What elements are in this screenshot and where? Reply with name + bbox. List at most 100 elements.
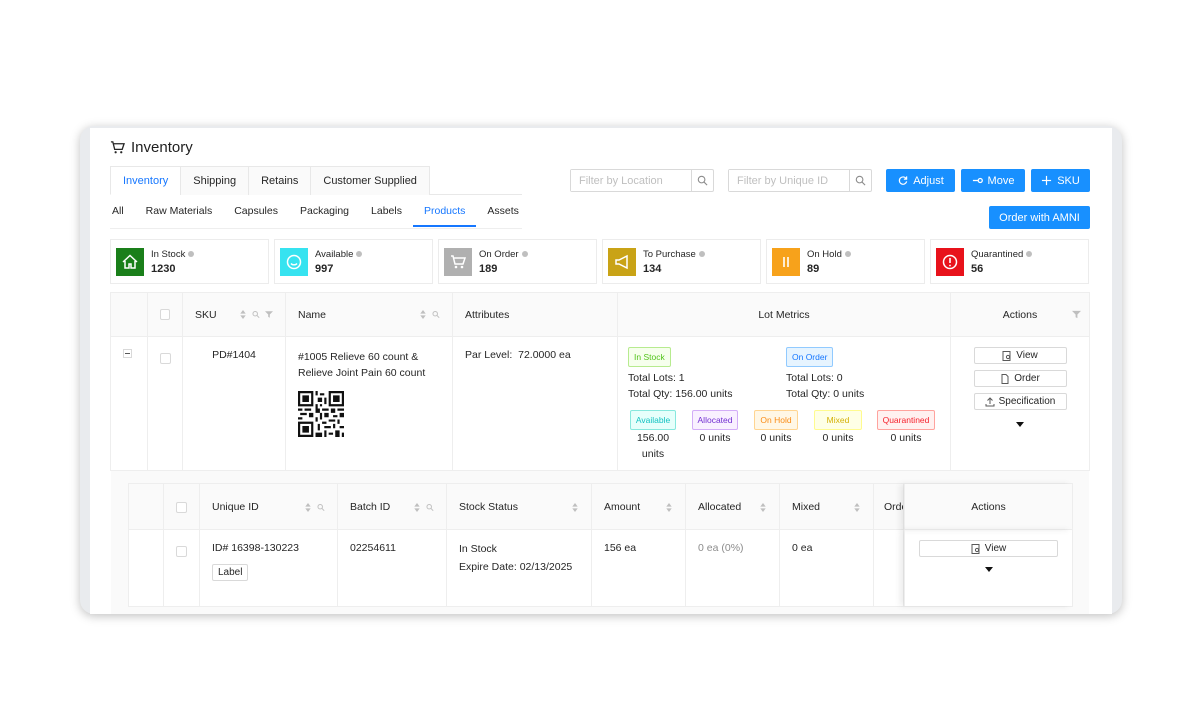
stat-to-purchase[interactable]: To Purchase 134 (602, 239, 761, 284)
available-unit: units (641, 448, 665, 460)
in-stock-tag: In Stock (628, 347, 671, 367)
lot-select-cell (164, 530, 200, 606)
amount-header: Amount (592, 484, 686, 530)
sku-cell: PD#1404 (183, 337, 286, 470)
available-value: 156.00 (636, 432, 670, 444)
sort-icon[interactable] (304, 502, 312, 512)
subtab-assets[interactable]: Assets (476, 205, 530, 227)
stat-on-order[interactable]: On Order 189 (438, 239, 597, 284)
search-icon[interactable] (252, 310, 260, 319)
tab-inventory[interactable]: Inventory (110, 166, 182, 195)
on-hold-tag: On Hold (754, 410, 798, 430)
batch-id-header: Batch ID (338, 484, 447, 530)
sort-icon[interactable] (239, 310, 247, 319)
lot-actions-cell: View (904, 530, 1072, 606)
move-icon (972, 177, 983, 184)
unique-id-filter (728, 169, 872, 192)
stat-on-hold[interactable]: On Hold 89 (766, 239, 925, 284)
on-order-tag: On Order (786, 347, 834, 367)
subtab-all[interactable]: All (110, 205, 135, 227)
stat-in-stock[interactable]: In Stock 1230 (110, 239, 269, 284)
order-amni-label: Order with AMNI (999, 211, 1080, 224)
sort-icon[interactable] (665, 502, 673, 512)
alert-icon (942, 254, 958, 269)
stat-value: 189 (479, 262, 498, 275)
name-header-label: Name (298, 308, 327, 321)
sort-icon[interactable] (413, 502, 421, 512)
sort-icon[interactable] (571, 502, 579, 512)
subtab-capsules[interactable]: Capsules (223, 205, 289, 227)
page-title: Inventory (110, 139, 193, 156)
filter-icon[interactable] (265, 310, 273, 319)
view-button[interactable]: View (973, 347, 1067, 364)
qr-code-icon[interactable] (298, 391, 344, 437)
products-table-header: SKU Name Attributes Lot Metrics Actions (111, 292, 1089, 337)
in-stock-lots: Total Lots: 1 (628, 372, 685, 384)
search-icon[interactable] (317, 503, 325, 512)
unique-id-filter-input[interactable] (729, 170, 849, 191)
order-with-amni-button[interactable]: Order with AMNI (989, 206, 1090, 229)
location-search-button[interactable] (691, 170, 713, 191)
stat-quarantined[interactable]: Quarantined 56 (930, 239, 1089, 284)
lot-view-button[interactable]: View (919, 540, 1058, 557)
search-icon (855, 175, 866, 186)
sort-icon[interactable] (759, 502, 767, 512)
adjust-button[interactable]: Adjust (886, 169, 955, 192)
select-all-checkbox[interactable] (160, 309, 170, 320)
on-order-metrics: On Order Total Lots: 0 Total Qty: 0 unit… (786, 347, 864, 402)
view-label: View (1016, 350, 1038, 361)
sku-header-label: SKU (195, 308, 217, 321)
collapse-icon[interactable] (123, 349, 132, 358)
location-filter-input[interactable] (571, 170, 691, 191)
allocated-breakdown: Allocated 0 units (690, 410, 740, 446)
caret-down-icon[interactable] (984, 567, 993, 573)
lot-row-checkbox[interactable] (176, 546, 187, 557)
subtab-raw-materials[interactable]: Raw Materials (135, 205, 224, 227)
available-breakdown: Available 156.00 units (628, 410, 678, 462)
amount-cell: 156 ea (592, 530, 686, 606)
lot-expand-cell (129, 530, 164, 606)
stock-status-cell: In Stock Expire Date: 02/13/2025 (447, 530, 592, 606)
stock-status-header: Stock Status (447, 484, 592, 530)
order-button[interactable]: Order (973, 370, 1067, 387)
subtab-products[interactable]: Products (412, 205, 477, 227)
search-icon[interactable] (432, 310, 440, 319)
document-search-icon (1002, 350, 1011, 361)
search-icon[interactable] (426, 503, 434, 512)
row-select-cell (148, 337, 183, 470)
caret-down-icon[interactable] (1016, 422, 1024, 428)
subtab-labels[interactable]: Labels (360, 205, 413, 227)
cart-icon (110, 141, 125, 154)
subtab-packaging[interactable]: Packaging (289, 205, 360, 227)
lots-select-all-checkbox[interactable] (176, 501, 187, 513)
tab-shipping[interactable]: Shipping (180, 166, 250, 195)
batch-id-header-label: Batch ID (350, 501, 391, 513)
tab-retains[interactable]: Retains (248, 166, 312, 195)
amount-header-label: Amount (604, 501, 641, 513)
stat-icon-box (936, 247, 964, 276)
unique-id-search-button[interactable] (849, 170, 871, 191)
name-header-controls (419, 310, 440, 319)
info-dot-icon (698, 251, 705, 257)
pause-icon (783, 256, 789, 267)
specification-button[interactable]: Specification (973, 393, 1067, 410)
add-sku-button[interactable]: SKU (1031, 169, 1090, 192)
filter-icon[interactable] (1072, 310, 1081, 319)
order-header-label: Orde (884, 501, 903, 513)
mixed-header: Mixed (780, 484, 874, 530)
lot-metrics-cell: In Stock Total Lots: 1 Total Qty: 156.00… (618, 337, 951, 470)
move-button[interactable]: Move (961, 169, 1025, 192)
row-checkbox[interactable] (160, 353, 171, 364)
stat-available[interactable]: Available 997 (274, 239, 433, 284)
sort-icon[interactable] (419, 310, 427, 319)
location-filter (570, 169, 714, 192)
on-order-qty: Total Qty: 0 units (786, 388, 865, 400)
on-hold-breakdown: On Hold 0 units (751, 410, 801, 446)
sort-icon[interactable] (853, 502, 861, 512)
allocated-header-label: Allocated (698, 501, 742, 513)
home-icon (122, 253, 138, 269)
tab-customer-supplied[interactable]: Customer Supplied (310, 166, 430, 195)
label-button[interactable]: Label (212, 564, 249, 581)
actions-header-label: Actions (1002, 308, 1038, 321)
lots-actions-header-label: Actions (971, 501, 1006, 513)
